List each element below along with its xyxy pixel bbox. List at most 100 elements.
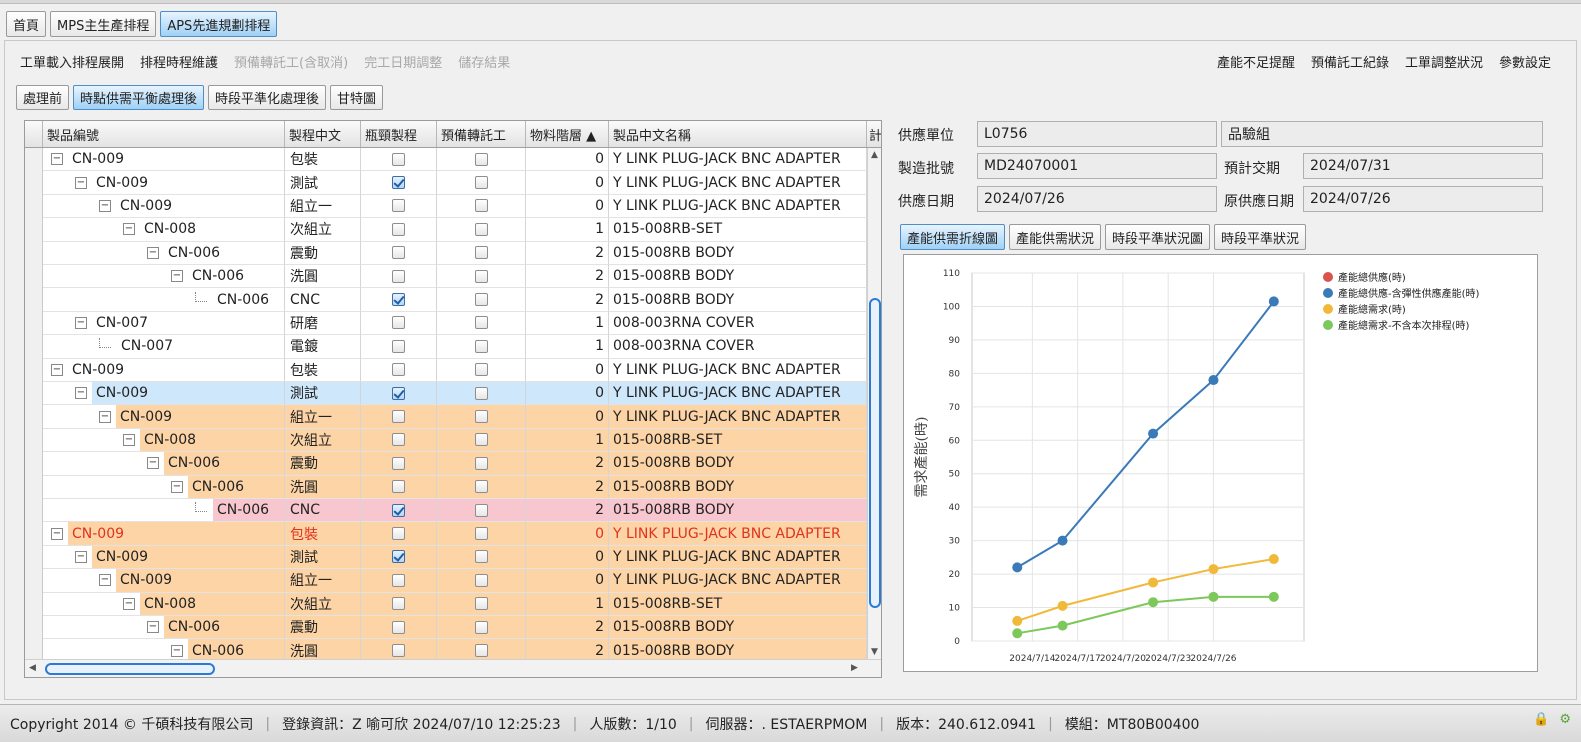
menu-outsource-record[interactable]: 預備託工紀錄 bbox=[1311, 52, 1389, 71]
col-process[interactable]: 製程中文 bbox=[285, 121, 361, 147]
bottleneck-checkbox[interactable] bbox=[392, 480, 405, 494]
outsource-checkbox[interactable] bbox=[474, 152, 488, 166]
outsource-checkbox[interactable] bbox=[474, 363, 488, 377]
menu-parameter-settings[interactable]: 參數設定 bbox=[1499, 52, 1551, 71]
outsource-checkbox[interactable] bbox=[474, 550, 488, 564]
bottleneck-checkbox[interactable] bbox=[392, 410, 405, 424]
collapse-icon[interactable]: − bbox=[147, 621, 159, 634]
outsource-checkbox[interactable] bbox=[474, 620, 488, 634]
menu-order-adjust-status[interactable]: 工單調整狀況 bbox=[1405, 52, 1483, 71]
collapse-icon[interactable]: − bbox=[99, 410, 111, 423]
table-row[interactable]: − CN-006 洗圓 2 015-008RB BODY bbox=[43, 475, 867, 499]
bottleneck-checkbox[interactable] bbox=[392, 152, 405, 166]
cell-product-no[interactable]: − CN-008 bbox=[43, 428, 285, 453]
collapse-icon[interactable]: − bbox=[75, 387, 87, 400]
menu-schedule-maintain[interactable]: 排程時程維護 bbox=[140, 52, 218, 71]
outsource-checkbox[interactable] bbox=[474, 386, 488, 400]
lock-icon[interactable]: 🔒 bbox=[1533, 712, 1549, 727]
tab-gantt[interactable]: 甘特圖 bbox=[330, 85, 384, 110]
outsource-checkbox[interactable] bbox=[474, 644, 488, 658]
menu-save-result[interactable]: 儲存結果 bbox=[458, 52, 510, 71]
collapse-icon[interactable]: − bbox=[51, 527, 63, 540]
outsource-checkbox[interactable] bbox=[474, 456, 488, 470]
outsource-checkbox[interactable] bbox=[474, 410, 488, 424]
bottleneck-checkbox[interactable] bbox=[392, 620, 405, 634]
collapse-icon[interactable]: − bbox=[147, 457, 159, 470]
collapse-icon[interactable]: − bbox=[123, 597, 135, 610]
outsource-checkbox[interactable] bbox=[474, 176, 488, 190]
collapse-icon[interactable]: − bbox=[75, 550, 87, 563]
collapse-icon[interactable]: − bbox=[123, 433, 135, 446]
col-outsource[interactable]: 預備轉託工 bbox=[437, 121, 526, 147]
tab-mps[interactable]: MPS主生產排程 bbox=[50, 11, 157, 37]
bottleneck-checkbox[interactable] bbox=[392, 433, 405, 447]
scroll-left-icon[interactable]: ◀ bbox=[29, 663, 36, 673]
collapse-icon[interactable]: − bbox=[147, 246, 159, 259]
due-date-field[interactable]: 2024/07/31 bbox=[1303, 153, 1543, 179]
outsource-checkbox[interactable] bbox=[474, 433, 488, 447]
cell-product-no[interactable]: − CN-009 bbox=[43, 382, 285, 406]
table-row[interactable]: − CN-008 次組立 1 015-008RB-SET bbox=[43, 428, 867, 453]
table-row[interactable]: − CN-009 包裝 0 Y LINK PLUG-JACK BNC ADAPTER bbox=[43, 522, 867, 546]
table-row[interactable]: − CN-006 震動 2 015-008RB BODY bbox=[43, 616, 867, 640]
cell-product-no[interactable]: − CN-006 bbox=[43, 265, 285, 289]
supply-date-field[interactable]: 2024/07/26 bbox=[977, 186, 1217, 212]
cell-product-no[interactable]: − CN-006 bbox=[43, 475, 285, 499]
table-row[interactable]: CN-006 CNC 2 015-008RB BODY bbox=[43, 288, 867, 312]
outsource-checkbox[interactable] bbox=[474, 316, 488, 330]
outsource-checkbox[interactable] bbox=[474, 597, 488, 611]
bottleneck-checkbox[interactable] bbox=[392, 644, 405, 658]
outsource-checkbox[interactable] bbox=[474, 246, 488, 260]
outsource-checkbox[interactable] bbox=[474, 269, 488, 283]
supply-group-field[interactable]: 品驗組 bbox=[1221, 121, 1543, 147]
cell-product-no[interactable]: − CN-009 bbox=[43, 569, 285, 593]
cell-product-no[interactable]: − CN-009 bbox=[43, 194, 285, 219]
table-row[interactable]: − CN-006 洗圓 2 015-008RB BODY bbox=[43, 265, 867, 289]
outsource-checkbox[interactable] bbox=[474, 222, 488, 236]
tab-home[interactable]: 首頁 bbox=[6, 11, 47, 37]
tab-aps[interactable]: APS先進規劃排程 bbox=[160, 11, 278, 37]
cell-product-no[interactable]: − CN-006 bbox=[43, 452, 285, 476]
bottleneck-checkbox[interactable] bbox=[392, 597, 405, 611]
collapse-icon[interactable]: − bbox=[51, 153, 63, 166]
bottleneck-checkbox[interactable] bbox=[392, 176, 405, 190]
cell-product-no[interactable]: − CN-006 bbox=[43, 616, 285, 640]
bottleneck-checkbox[interactable] bbox=[392, 269, 405, 283]
table-row[interactable]: − CN-009 組立一 0 Y LINK PLUG-JACK BNC ADAPTER bbox=[43, 194, 867, 219]
cell-product-no[interactable]: CN-006 bbox=[43, 288, 285, 312]
outsource-checkbox[interactable] bbox=[474, 293, 488, 307]
table-row[interactable]: − CN-009 包裝 0 Y LINK PLUG-JACK BNC ADAPTER bbox=[43, 148, 867, 172]
supply-unit-field[interactable]: L0756 bbox=[977, 121, 1217, 147]
bottleneck-checkbox[interactable] bbox=[392, 456, 405, 470]
table-row[interactable]: − CN-009 組立一 0 Y LINK PLUG-JACK BNC ADAPTER bbox=[43, 569, 867, 593]
bottleneck-checkbox[interactable] bbox=[392, 527, 405, 541]
table-row[interactable]: − CN-009 包裝 0 Y LINK PLUG-JACK BNC ADAPTER bbox=[43, 358, 867, 382]
outsource-checkbox[interactable] bbox=[474, 527, 488, 541]
bottleneck-checkbox[interactable] bbox=[392, 386, 405, 400]
scroll-right-icon[interactable]: ▶ bbox=[851, 663, 858, 673]
cell-product-no[interactable]: − CN-007 bbox=[43, 311, 285, 336]
scroll-up-icon[interactable]: ▲ bbox=[871, 150, 878, 160]
collapse-icon[interactable]: − bbox=[75, 316, 87, 329]
cell-product-no[interactable]: − CN-009 bbox=[43, 148, 285, 172]
cell-product-no[interactable]: CN-006 bbox=[43, 499, 285, 523]
cell-product-no[interactable]: − CN-008 bbox=[43, 218, 285, 242]
tab-point-balance[interactable]: 時點供需平衡處理後 bbox=[73, 85, 205, 110]
menu-outsource[interactable]: 預備轉託工(含取消) bbox=[234, 52, 348, 71]
collapse-icon[interactable]: − bbox=[51, 363, 63, 376]
bottleneck-checkbox[interactable] bbox=[392, 503, 405, 517]
col-bottleneck[interactable]: 瓶頸製程 bbox=[361, 121, 437, 147]
bottleneck-checkbox[interactable] bbox=[392, 246, 405, 260]
cell-product-no[interactable]: − CN-009 bbox=[43, 358, 285, 382]
table-row[interactable]: − CN-007 研磨 1 008-003RNA COVER bbox=[43, 311, 867, 336]
bottleneck-checkbox[interactable] bbox=[392, 573, 405, 587]
table-row[interactable]: CN-006 CNC 2 015-008RB BODY bbox=[43, 499, 867, 523]
bottleneck-checkbox[interactable] bbox=[392, 316, 405, 330]
bottleneck-checkbox[interactable] bbox=[392, 293, 405, 307]
table-row[interactable]: − CN-009 測試 0 Y LINK PLUG-JACK BNC ADAPTER bbox=[43, 545, 867, 570]
menu-finish-date-adjust[interactable]: 完工日期調整 bbox=[364, 52, 442, 71]
collapse-icon[interactable]: − bbox=[99, 199, 111, 212]
menu-load-orders[interactable]: 工單載入排程展開 bbox=[20, 52, 124, 71]
vertical-scrollbar[interactable]: ▲ ▼ bbox=[867, 148, 881, 659]
tab-period-leveling[interactable]: 時段平準化處理後 bbox=[208, 85, 327, 110]
